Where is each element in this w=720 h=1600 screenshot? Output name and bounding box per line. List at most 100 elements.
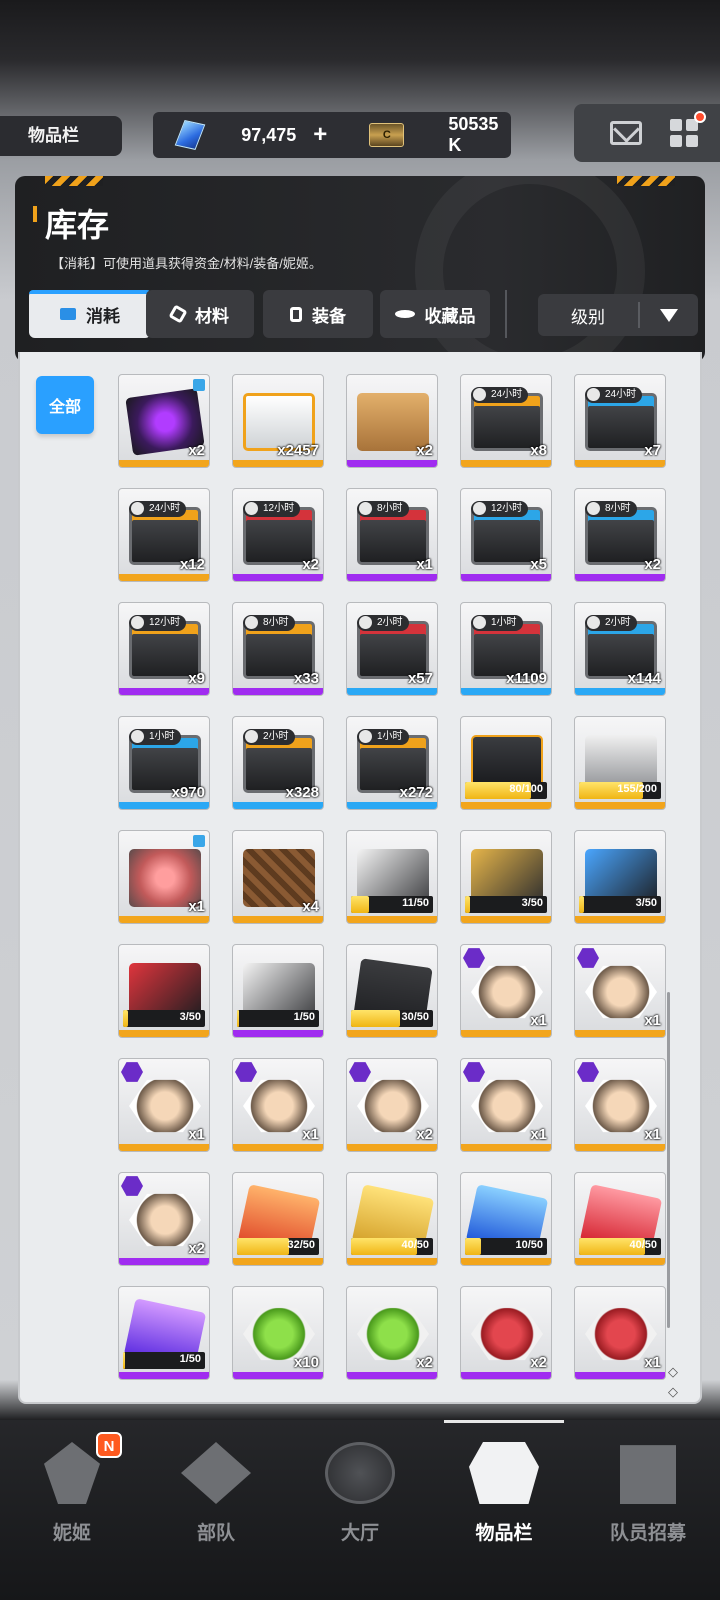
rarity-bar [233, 1144, 323, 1151]
inventory-item[interactable]: x4 [232, 830, 324, 924]
inventory-item[interactable]: x2 [346, 1286, 438, 1380]
item-count: x4 [302, 898, 319, 915]
inventory-item[interactable]: 1小时 x272 [346, 716, 438, 810]
item-duration-label: 2小时 [357, 615, 409, 631]
tab-equipment[interactable]: 装备 [263, 290, 373, 338]
rarity-bar [461, 1030, 551, 1037]
inventory-item[interactable]: 8小时 x33 [232, 602, 324, 696]
inventory-item[interactable]: x2 [118, 374, 210, 468]
inventory-item[interactable]: 24小时 x7 [574, 374, 666, 468]
tab-consumable[interactable]: 消耗 [29, 290, 151, 338]
inventory-item[interactable]: 12小时 x5 [460, 488, 552, 582]
item-count: x2 [416, 1126, 433, 1143]
scrollbar[interactable] [667, 992, 670, 1328]
item-count: x2 [416, 442, 433, 459]
item-count: x7 [644, 442, 661, 459]
inventory-item[interactable]: 3/50 [574, 830, 666, 924]
tab-material[interactable]: 材料 [146, 290, 254, 338]
inventory-item[interactable]: 3/50 [460, 830, 552, 924]
mail-icon[interactable] [610, 121, 642, 145]
inventory-item[interactable]: 11/50 [346, 830, 438, 924]
inventory-item[interactable]: x1 [232, 1058, 324, 1152]
new-badge: N [96, 1432, 122, 1458]
tab-collection[interactable]: 收藏品 [380, 290, 490, 338]
inventory-item[interactable]: x2 [346, 374, 438, 468]
progress-fill [237, 1238, 290, 1255]
progress-text: 40/50 [629, 1239, 657, 1251]
inventory-item[interactable]: 1小时 x1109 [460, 602, 552, 696]
nav-item-squad[interactable]: 部队 [144, 1420, 288, 1560]
manufacturer-badge-icon [121, 1176, 143, 1196]
inventory-item[interactable]: 40/50 [346, 1172, 438, 1266]
item-count: x2 [188, 442, 205, 459]
credit-count: 50535 K [448, 114, 499, 155]
inventory-item[interactable]: 2小时 x328 [232, 716, 324, 810]
nav-item-inventory[interactable]: 物品栏 [432, 1420, 576, 1560]
inventory-item[interactable]: x1 [574, 1058, 666, 1152]
inventory-item[interactable]: x1 [460, 1058, 552, 1152]
item-count: x2 [644, 556, 661, 573]
rarity-bar [347, 916, 437, 923]
inventory-item[interactable]: x1 [574, 944, 666, 1038]
inventory-item[interactable]: 8小时 x2 [574, 488, 666, 582]
progress-text: 3/50 [521, 897, 543, 909]
sort-separator [638, 302, 640, 328]
rarity-bar [233, 1372, 323, 1379]
inventory-item[interactable]: 155/200 [574, 716, 666, 810]
inventory-item[interactable]: 32/50 [232, 1172, 324, 1266]
inventory-panel: 全部 x2 x2457 x2 24小时 x8 24小时 x7 24小时 x12 12小时 x2 8小时… [18, 352, 702, 1404]
inventory-item[interactable]: x10 [232, 1286, 324, 1380]
inventory-item[interactable]: 1小时 x970 [118, 716, 210, 810]
inventory-item[interactable]: 12小时 x9 [118, 602, 210, 696]
item-progress-bar: 32/50 [237, 1238, 319, 1255]
nav-item-lobby[interactable]: 大厅 [288, 1420, 432, 1560]
category-description: 【消耗】可使用道具获得资金/材料/装备/妮姬。 [51, 256, 322, 271]
rarity-bar [233, 688, 323, 695]
inventory-item[interactable]: 8小时 x1 [346, 488, 438, 582]
item-duration-label: 8小时 [243, 615, 295, 631]
inventory-item[interactable]: 3/50 [118, 944, 210, 1038]
nav-item-recruit[interactable]: 队员招募 [576, 1420, 720, 1560]
item-count: x2 [416, 1354, 433, 1371]
filter-all-button[interactable]: 全部 [36, 376, 94, 434]
manufacturer-badge-icon [235, 1062, 257, 1082]
inventory-item[interactable]: 24小时 x8 [460, 374, 552, 468]
inventory-item[interactable]: 2小时 x57 [346, 602, 438, 696]
hazard-stripe-decoration [45, 176, 103, 186]
add-gems-button[interactable]: + [313, 121, 327, 149]
nav-label: 妮姬 [52, 1523, 91, 1544]
tab-divider [505, 290, 507, 338]
inventory-item[interactable]: x2 [346, 1058, 438, 1152]
item-count: x1109 [506, 670, 547, 687]
item-count: x57 [407, 670, 433, 687]
progress-text: 1/50 [179, 1353, 201, 1365]
item-count: x2457 [277, 442, 319, 459]
progress-text: 11/50 [402, 897, 429, 909]
manufacturer-badge-icon [577, 1062, 599, 1082]
scroll-marker-icon: ◇ ◇ [668, 1364, 678, 1399]
inventory-item[interactable]: 24小时 x12 [118, 488, 210, 582]
inventory-item[interactable]: 30/50 [346, 944, 438, 1038]
rarity-bar [347, 574, 437, 581]
inventory-item[interactable]: 1/50 [118, 1286, 210, 1380]
inventory-item[interactable]: 1/50 [232, 944, 324, 1038]
inventory-item[interactable]: x1 [118, 830, 210, 924]
sort-dropdown[interactable]: 级别 [538, 294, 698, 336]
inventory-item[interactable]: 10/50 [460, 1172, 552, 1266]
inventory-item[interactable]: 40/50 [574, 1172, 666, 1266]
inventory-item[interactable]: 80/100 [460, 716, 552, 810]
tab-label: 材料 [195, 306, 229, 326]
inventory-item[interactable]: 2小时 x144 [574, 602, 666, 696]
inventory-item[interactable]: x2 [460, 1286, 552, 1380]
inventory-item[interactable]: x2 [118, 1172, 210, 1266]
menu-grid-icon[interactable] [670, 111, 706, 147]
inventory-item[interactable]: x2457 [232, 374, 324, 468]
tab-label: 消耗 [86, 306, 120, 326]
nav-item-nikke[interactable]: 妮姬 N [0, 1420, 144, 1560]
progress-fill [351, 1010, 401, 1027]
inventory-item[interactable]: x1 [118, 1058, 210, 1152]
inventory-item[interactable]: x1 [574, 1286, 666, 1380]
progress-fill [465, 1238, 482, 1255]
inventory-item[interactable]: x1 [460, 944, 552, 1038]
inventory-item[interactable]: 12小时 x2 [232, 488, 324, 582]
